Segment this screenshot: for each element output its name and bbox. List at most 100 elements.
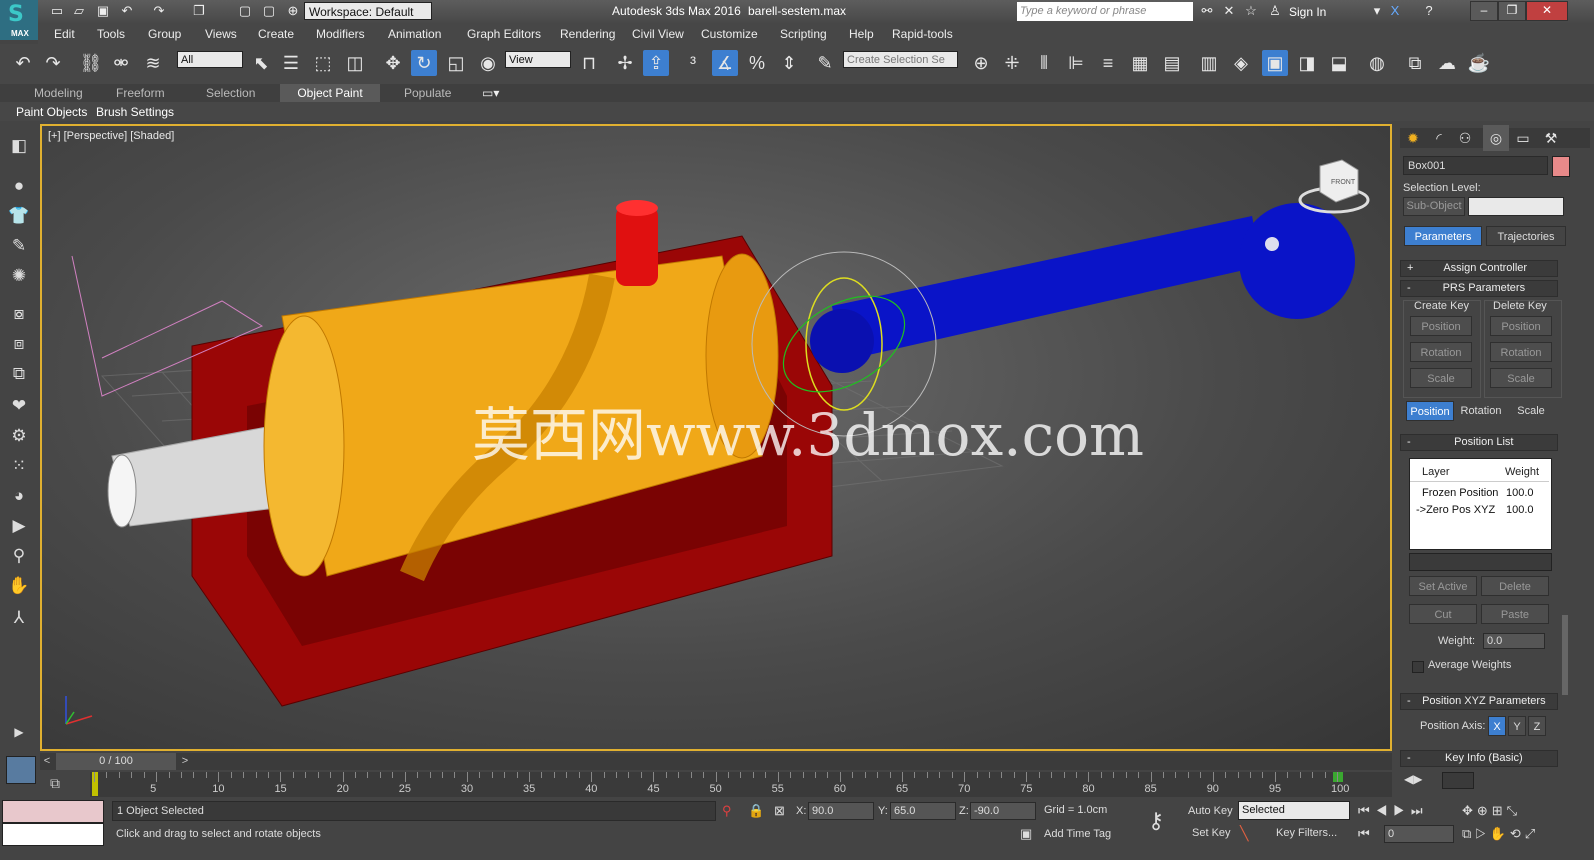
rectangular-selection-icon[interactable]: ⬚ xyxy=(310,50,336,76)
expand-arrow-icon[interactable]: ▶ xyxy=(4,719,34,745)
create-key-position-button[interactable]: Position xyxy=(1410,316,1472,336)
menu-views[interactable]: Views xyxy=(205,27,237,41)
menu-rapid-tools[interactable]: Rapid-tools xyxy=(892,27,953,41)
tab-object-paint[interactable]: Object Paint xyxy=(280,84,380,102)
binoculars-icon[interactable]: ⚯ xyxy=(1198,3,1216,19)
max-to-unity-icon[interactable]: ⧇ xyxy=(4,301,34,327)
a360-gallery-icon[interactable]: ⧉ xyxy=(1402,50,1428,76)
new-file-icon[interactable]: ▭ xyxy=(48,3,66,19)
key-nav-arrows-icon[interactable]: ◀▶ xyxy=(1404,772,1422,786)
motion-tab-icon[interactable]: ◎ xyxy=(1483,125,1509,151)
align-icon[interactable]: ⊫ xyxy=(1063,50,1089,76)
minimize-button[interactable]: – xyxy=(1470,1,1498,21)
time-slider[interactable] xyxy=(40,753,1392,770)
list-layer-name-field[interactable] xyxy=(1409,553,1552,571)
sub-object-dropdown[interactable] xyxy=(1468,197,1564,216)
gear-icon[interactable]: ⚙ xyxy=(4,423,34,449)
key-number-field[interactable] xyxy=(1442,772,1474,789)
close-button[interactable]: ✕ xyxy=(1526,1,1568,21)
select-by-name-icon[interactable]: ☰ xyxy=(278,50,304,76)
pan-hand-icon[interactable]: ✋ xyxy=(4,573,34,599)
cloth-icon[interactable]: 👕 xyxy=(4,203,34,229)
particle-icon[interactable]: ✺ xyxy=(4,263,34,289)
isolate-selection-icon[interactable]: ⊕ xyxy=(968,50,994,76)
menu-civil-view[interactable]: Civil View xyxy=(632,27,684,41)
playback-controls-icon[interactable]: ⏮◀▶⏭ xyxy=(1358,803,1429,819)
undo-icon[interactable]: ↶ xyxy=(118,3,136,19)
select-scale-icon[interactable]: ◱ xyxy=(443,50,469,76)
select-place-icon[interactable]: ◉ xyxy=(475,50,501,76)
ribbon-options-icon[interactable]: ▭▾ xyxy=(482,86,499,100)
set-active-button[interactable]: Set Active xyxy=(1409,576,1477,596)
render-in-cloud-icon[interactable]: ☁ xyxy=(1434,50,1460,76)
position-xyz-rollout[interactable]: - Position XYZ Parameters xyxy=(1400,693,1558,710)
list-item-weight[interactable]: 100.0 xyxy=(1506,487,1534,499)
time-next-arrow-icon[interactable]: > xyxy=(178,753,192,770)
percent-snap-icon[interactable]: % xyxy=(744,50,770,76)
maxscript-listener-field[interactable] xyxy=(2,800,104,823)
schematic-view-icon[interactable]: ▥ xyxy=(1196,50,1222,76)
position-list-rollout[interactable]: - Position List xyxy=(1400,434,1558,451)
menu-modifiers[interactable]: Modifiers xyxy=(316,27,365,41)
reference-coordinate-dropdown[interactable]: View xyxy=(505,51,571,68)
project-folder-icon[interactable]: ❐ xyxy=(190,3,208,19)
paint-objects-panel[interactable]: Paint Objects xyxy=(16,105,87,119)
app-logo-button[interactable]: S MAX xyxy=(0,0,38,40)
graphite-toggle-icon[interactable]: ▦ xyxy=(1127,50,1153,76)
teapot-render-icon[interactable]: ☕ xyxy=(1466,50,1492,76)
sub-object-button[interactable]: Sub-Object xyxy=(1403,197,1465,216)
window-crossing-icon[interactable]: ▢ xyxy=(236,3,254,19)
edit-named-selection-icon[interactable]: ✎ xyxy=(812,50,838,76)
modify-tab-icon[interactable]: ◜ xyxy=(1426,125,1452,151)
cut-button[interactable]: Cut xyxy=(1409,604,1477,624)
render-production-icon[interactable]: ⬓ xyxy=(1326,50,1352,76)
list-item-weight[interactable]: 100.0 xyxy=(1506,504,1534,516)
help-icon[interactable]: ? xyxy=(1420,3,1438,19)
track-bar[interactable]: 5 10 15 20 25 30 35 40 45 50 55 60 65 70 75 80 85 90 95 100 xyxy=(90,772,1392,797)
material-editor-icon[interactable]: ◈ xyxy=(1228,50,1254,76)
select-object-icon[interactable]: ⬉ xyxy=(248,50,274,76)
absolute-mode-icon[interactable]: ⊠ xyxy=(774,803,785,819)
add-time-tag-button[interactable]: Add Time Tag xyxy=(1040,825,1136,845)
delete-key-position-button[interactable]: Position xyxy=(1490,316,1552,336)
average-weights-checkbox[interactable] xyxy=(1412,661,1424,673)
view-nav-icon[interactable]: ⧉▷✋⟲⤢ xyxy=(1462,826,1539,842)
select-children-icon[interactable]: ⁜ xyxy=(999,50,1025,76)
select-move-icon[interactable]: ✥ xyxy=(380,50,406,76)
panel-scrollbar[interactable] xyxy=(1562,615,1568,695)
create-key-rotation-button[interactable]: Rotation xyxy=(1410,342,1472,362)
tab-modeling[interactable]: Modeling xyxy=(34,86,83,100)
perspective-viewport[interactable]: [+] [Perspective] [Shaded] FRONT 莫西网www.… xyxy=(40,124,1392,751)
key-info-rollout[interactable]: - Key Info (Basic) xyxy=(1400,750,1558,767)
delete-key-rotation-button[interactable]: Rotation xyxy=(1490,342,1552,362)
subscription-icon[interactable]: ✕ xyxy=(1220,3,1238,19)
menu-animation[interactable]: Animation xyxy=(388,27,441,41)
menu-create[interactable]: Create xyxy=(258,27,294,41)
x-coord-spinner[interactable]: 90.0 xyxy=(808,802,874,820)
open-file-icon[interactable]: ▱ xyxy=(70,3,88,19)
key-filters-button[interactable]: Key Filters... xyxy=(1276,827,1337,839)
use-pivot-icon[interactable]: ⊓ xyxy=(576,50,602,76)
curve-editor-icon[interactable]: ▤ xyxy=(1159,50,1185,76)
undo-icon[interactable]: ↶ xyxy=(10,50,36,76)
rivet-icon[interactable]: ✎ xyxy=(4,233,34,259)
hierarchy-tab-icon[interactable]: ⚇ xyxy=(1452,125,1478,151)
menu-scripting[interactable]: Scripting xyxy=(780,27,827,41)
axis-z-button[interactable]: Z xyxy=(1528,716,1546,736)
selection-filter-dropdown[interactable]: All xyxy=(177,51,243,68)
named-selection-set-dropdown[interactable]: Create Selection Se xyxy=(843,51,958,68)
angle-snap-icon[interactable]: ∡ xyxy=(712,50,738,76)
selection-lock-icon[interactable]: 🔒 xyxy=(748,803,764,819)
workspace-dropdown[interactable]: Workspace: Default xyxy=(304,2,432,20)
menu-customize[interactable]: Customize xyxy=(701,27,758,41)
menu-tools[interactable]: Tools xyxy=(97,27,125,41)
current-frame-spinner[interactable]: 0 xyxy=(1384,825,1454,843)
z-coord-spinner[interactable]: -90.0 xyxy=(970,802,1036,820)
prs-scale-button[interactable]: Scale xyxy=(1508,401,1554,421)
search-input[interactable]: Type a keyword or phrase xyxy=(1017,2,1193,21)
sphere-icon[interactable]: ● xyxy=(4,173,34,199)
scatter-icon[interactable]: ⁙ xyxy=(4,453,34,479)
prs-rotation-button[interactable]: Rotation xyxy=(1456,401,1506,421)
key-mode-dropdown[interactable]: Selected xyxy=(1238,801,1350,820)
menu-rendering[interactable]: Rendering xyxy=(560,27,615,41)
